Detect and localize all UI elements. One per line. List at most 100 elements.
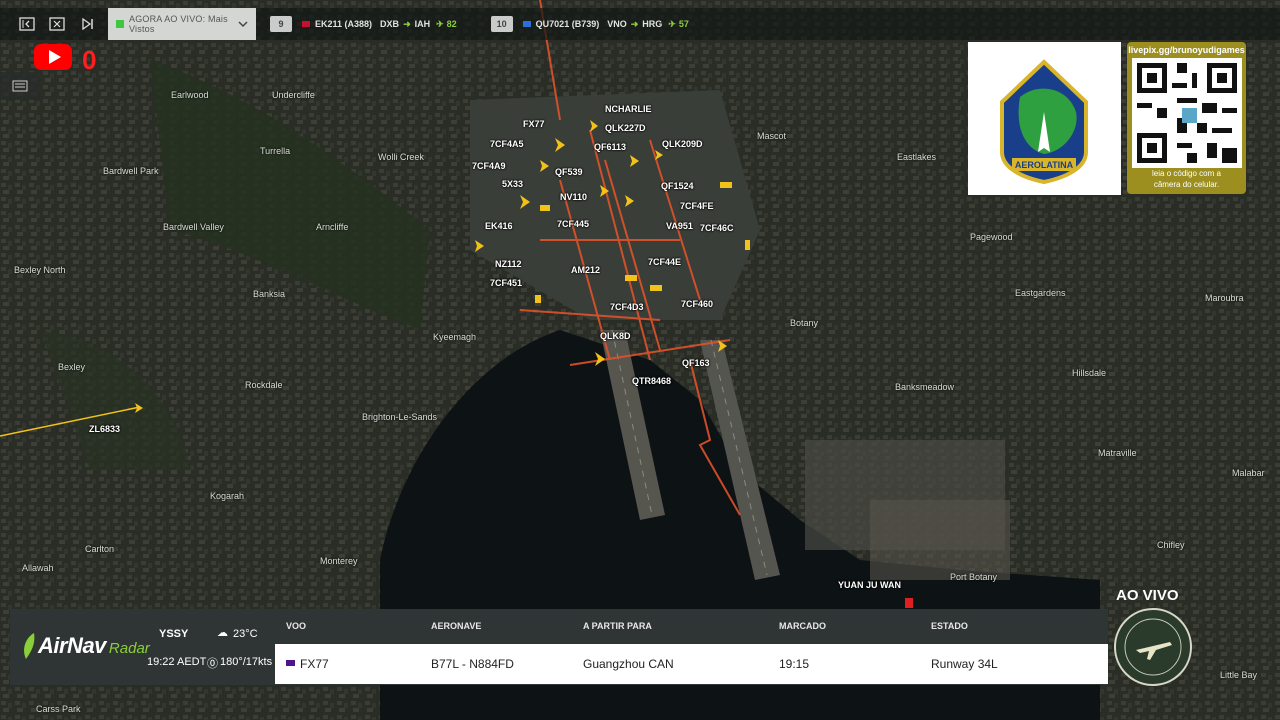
- plane-emblem-icon: [1124, 618, 1182, 676]
- youtube-icon[interactable]: [34, 44, 72, 70]
- skip-next-button[interactable]: [74, 11, 100, 37]
- flight-label[interactable]: 7CF4A5: [490, 139, 524, 149]
- from-cell: Guangzhou CAN: [583, 657, 674, 671]
- ticker-index: 10: [490, 16, 513, 32]
- arrow-right-icon: ➜: [403, 18, 411, 29]
- col-header-flight: VOO: [286, 621, 307, 631]
- place-label: Bexley: [58, 362, 86, 372]
- qr-hint-line: leia o código com a: [1152, 169, 1221, 178]
- collapse-left-button[interactable]: [14, 11, 40, 37]
- flight-label[interactable]: EK416: [485, 221, 513, 231]
- skip-next-icon: [82, 17, 93, 31]
- list-icon: [12, 80, 28, 92]
- ticker-to: HRG: [642, 19, 663, 29]
- weather-icon: ☁: [217, 627, 228, 639]
- airline-icon: [286, 660, 295, 666]
- ticker-flight: EK211 (A388): [315, 19, 373, 29]
- place-label: Earlwood: [171, 90, 209, 100]
- vessel-label[interactable]: YUAN JU WAN: [838, 580, 901, 590]
- ticker-from: DXB: [380, 19, 400, 29]
- scheduled-cell: 19:15: [779, 657, 810, 671]
- flight-label[interactable]: 7CF44E: [648, 257, 681, 267]
- flight-label[interactable]: NCHARLIE: [605, 104, 652, 114]
- place-label: Matraville: [1098, 448, 1137, 458]
- ticker-flight: QU7021 (B739): [535, 19, 600, 29]
- place-label: Turrella: [260, 146, 291, 156]
- flight-label[interactable]: 7CF445: [557, 219, 589, 229]
- live-view-select[interactable]: AGORA AO VIVO: Mais Vistos: [108, 8, 256, 40]
- expand-icon: [49, 17, 65, 31]
- ticker-index: 9: [270, 16, 292, 32]
- place-label: Wolli Creek: [378, 152, 424, 162]
- place-label: Mascot: [757, 131, 787, 141]
- place-label: Bexley North: [14, 265, 66, 275]
- shield-icon: AEROLATINA: [1000, 59, 1088, 185]
- ticker-altitude: 82: [446, 19, 457, 29]
- place-label: Bardwell Valley: [163, 222, 224, 232]
- wind: 180°/17kts: [220, 656, 273, 668]
- place-label: Carss Park: [36, 704, 81, 714]
- status-cell: Runway 34L: [931, 657, 998, 671]
- flight-label[interactable]: QLK227D: [605, 123, 646, 133]
- list-panel-button[interactable]: [0, 72, 40, 100]
- flight-label[interactable]: NV110: [560, 192, 587, 202]
- live-label: AO VIVO: [1116, 587, 1179, 604]
- youtube-counter: 0: [82, 45, 97, 75]
- local-time: 19:22 AEDT: [147, 656, 207, 668]
- brand-name: AirNav: [38, 633, 106, 658]
- flight-label[interactable]: 7CF4A9: [472, 161, 506, 171]
- flight-label[interactable]: NZ112: [495, 259, 522, 269]
- place-label: Hillsdale: [1072, 368, 1107, 378]
- flight-label[interactable]: QF6113: [594, 142, 626, 152]
- flight-label[interactable]: 7CF4D3: [610, 302, 644, 312]
- airport-code: YSSY: [159, 628, 189, 640]
- ticker-to: IAH: [414, 19, 431, 29]
- flight-label[interactable]: AM212: [571, 265, 600, 275]
- flight-label[interactable]: 7CF451: [490, 278, 522, 288]
- flight-label[interactable]: QF1524: [661, 181, 694, 191]
- col-header-aircraft: AERONAVE: [431, 621, 482, 631]
- ticker-item[interactable]: 10 QU7021 (B739) VNO ➜ HRG ✈ 57: [490, 16, 689, 32]
- qr-code-icon: [1131, 58, 1242, 168]
- airline-icon: [302, 21, 310, 27]
- ticker-item[interactable]: 9 EK211 (A388) DXB ➜ IAH ✈ 82: [270, 16, 457, 32]
- flight-label[interactable]: 7CF460: [681, 299, 713, 309]
- flight-label[interactable]: QF163: [682, 358, 710, 368]
- place-label: Kogarah: [210, 491, 245, 501]
- place-label: Banksmeadow: [895, 382, 955, 392]
- airnav-leaf-icon: [24, 633, 35, 659]
- expand-button[interactable]: [44, 11, 70, 37]
- qr-url: livepix.gg/brunoyudigames: [1128, 45, 1245, 55]
- col-header-status: ESTADO: [931, 621, 968, 631]
- aircraft-cell: B77L - N884FD: [431, 657, 514, 671]
- chevron-down-icon: [238, 21, 248, 28]
- flight-label[interactable]: QLK8D: [600, 331, 631, 341]
- channel-badge: [1114, 608, 1192, 686]
- place-label: Kyeemagh: [433, 332, 477, 342]
- qr-hint-line: câmera do celular.: [1153, 180, 1220, 189]
- flight-label[interactable]: 7CF46C: [700, 223, 734, 233]
- place-label: Brighton-Le-Sands: [362, 412, 438, 422]
- qr-card: livepix.gg/brunoyudigames leia o código …: [1127, 42, 1246, 194]
- top-bar: AGORA AO VIVO: Mais Vistos 9 EK211 (A388…: [0, 8, 1280, 40]
- plane-icon: ✈: [668, 18, 676, 29]
- place-label: Bardwell Park: [103, 166, 159, 176]
- place-label: Carlton: [85, 544, 115, 554]
- place-label: Banksia: [253, 289, 286, 299]
- flight-label[interactable]: FX77: [523, 119, 545, 129]
- flight-label[interactable]: QLK209D: [662, 139, 703, 149]
- aerolatina-logo: AEROLATINA: [968, 42, 1121, 195]
- flight-label[interactable]: VA951: [666, 221, 693, 231]
- live-view-label: AGORA AO VIVO: Mais Vistos: [129, 14, 228, 34]
- flight-row[interactable]: FX77 B77L - N884FD Guangzhou CAN 19:15 R…: [275, 644, 1108, 684]
- flight-label[interactable]: ZL6833: [89, 424, 120, 434]
- flight-info-panel: AirNav Radar YSSY 19:22 AEDT ☁ 23°C ⓪ 18…: [10, 609, 1108, 685]
- ticker-from: VNO: [607, 19, 627, 29]
- place-label: Maroubra: [1205, 293, 1244, 303]
- flight-label[interactable]: 7CF4FE: [680, 201, 714, 211]
- flight-label[interactable]: 5X33: [502, 179, 523, 189]
- ticker-altitude: 57: [678, 19, 689, 29]
- flight-label[interactable]: QTR8468: [632, 376, 671, 386]
- flight-label[interactable]: QF539: [555, 167, 583, 177]
- place-label: Malabar: [1232, 468, 1265, 478]
